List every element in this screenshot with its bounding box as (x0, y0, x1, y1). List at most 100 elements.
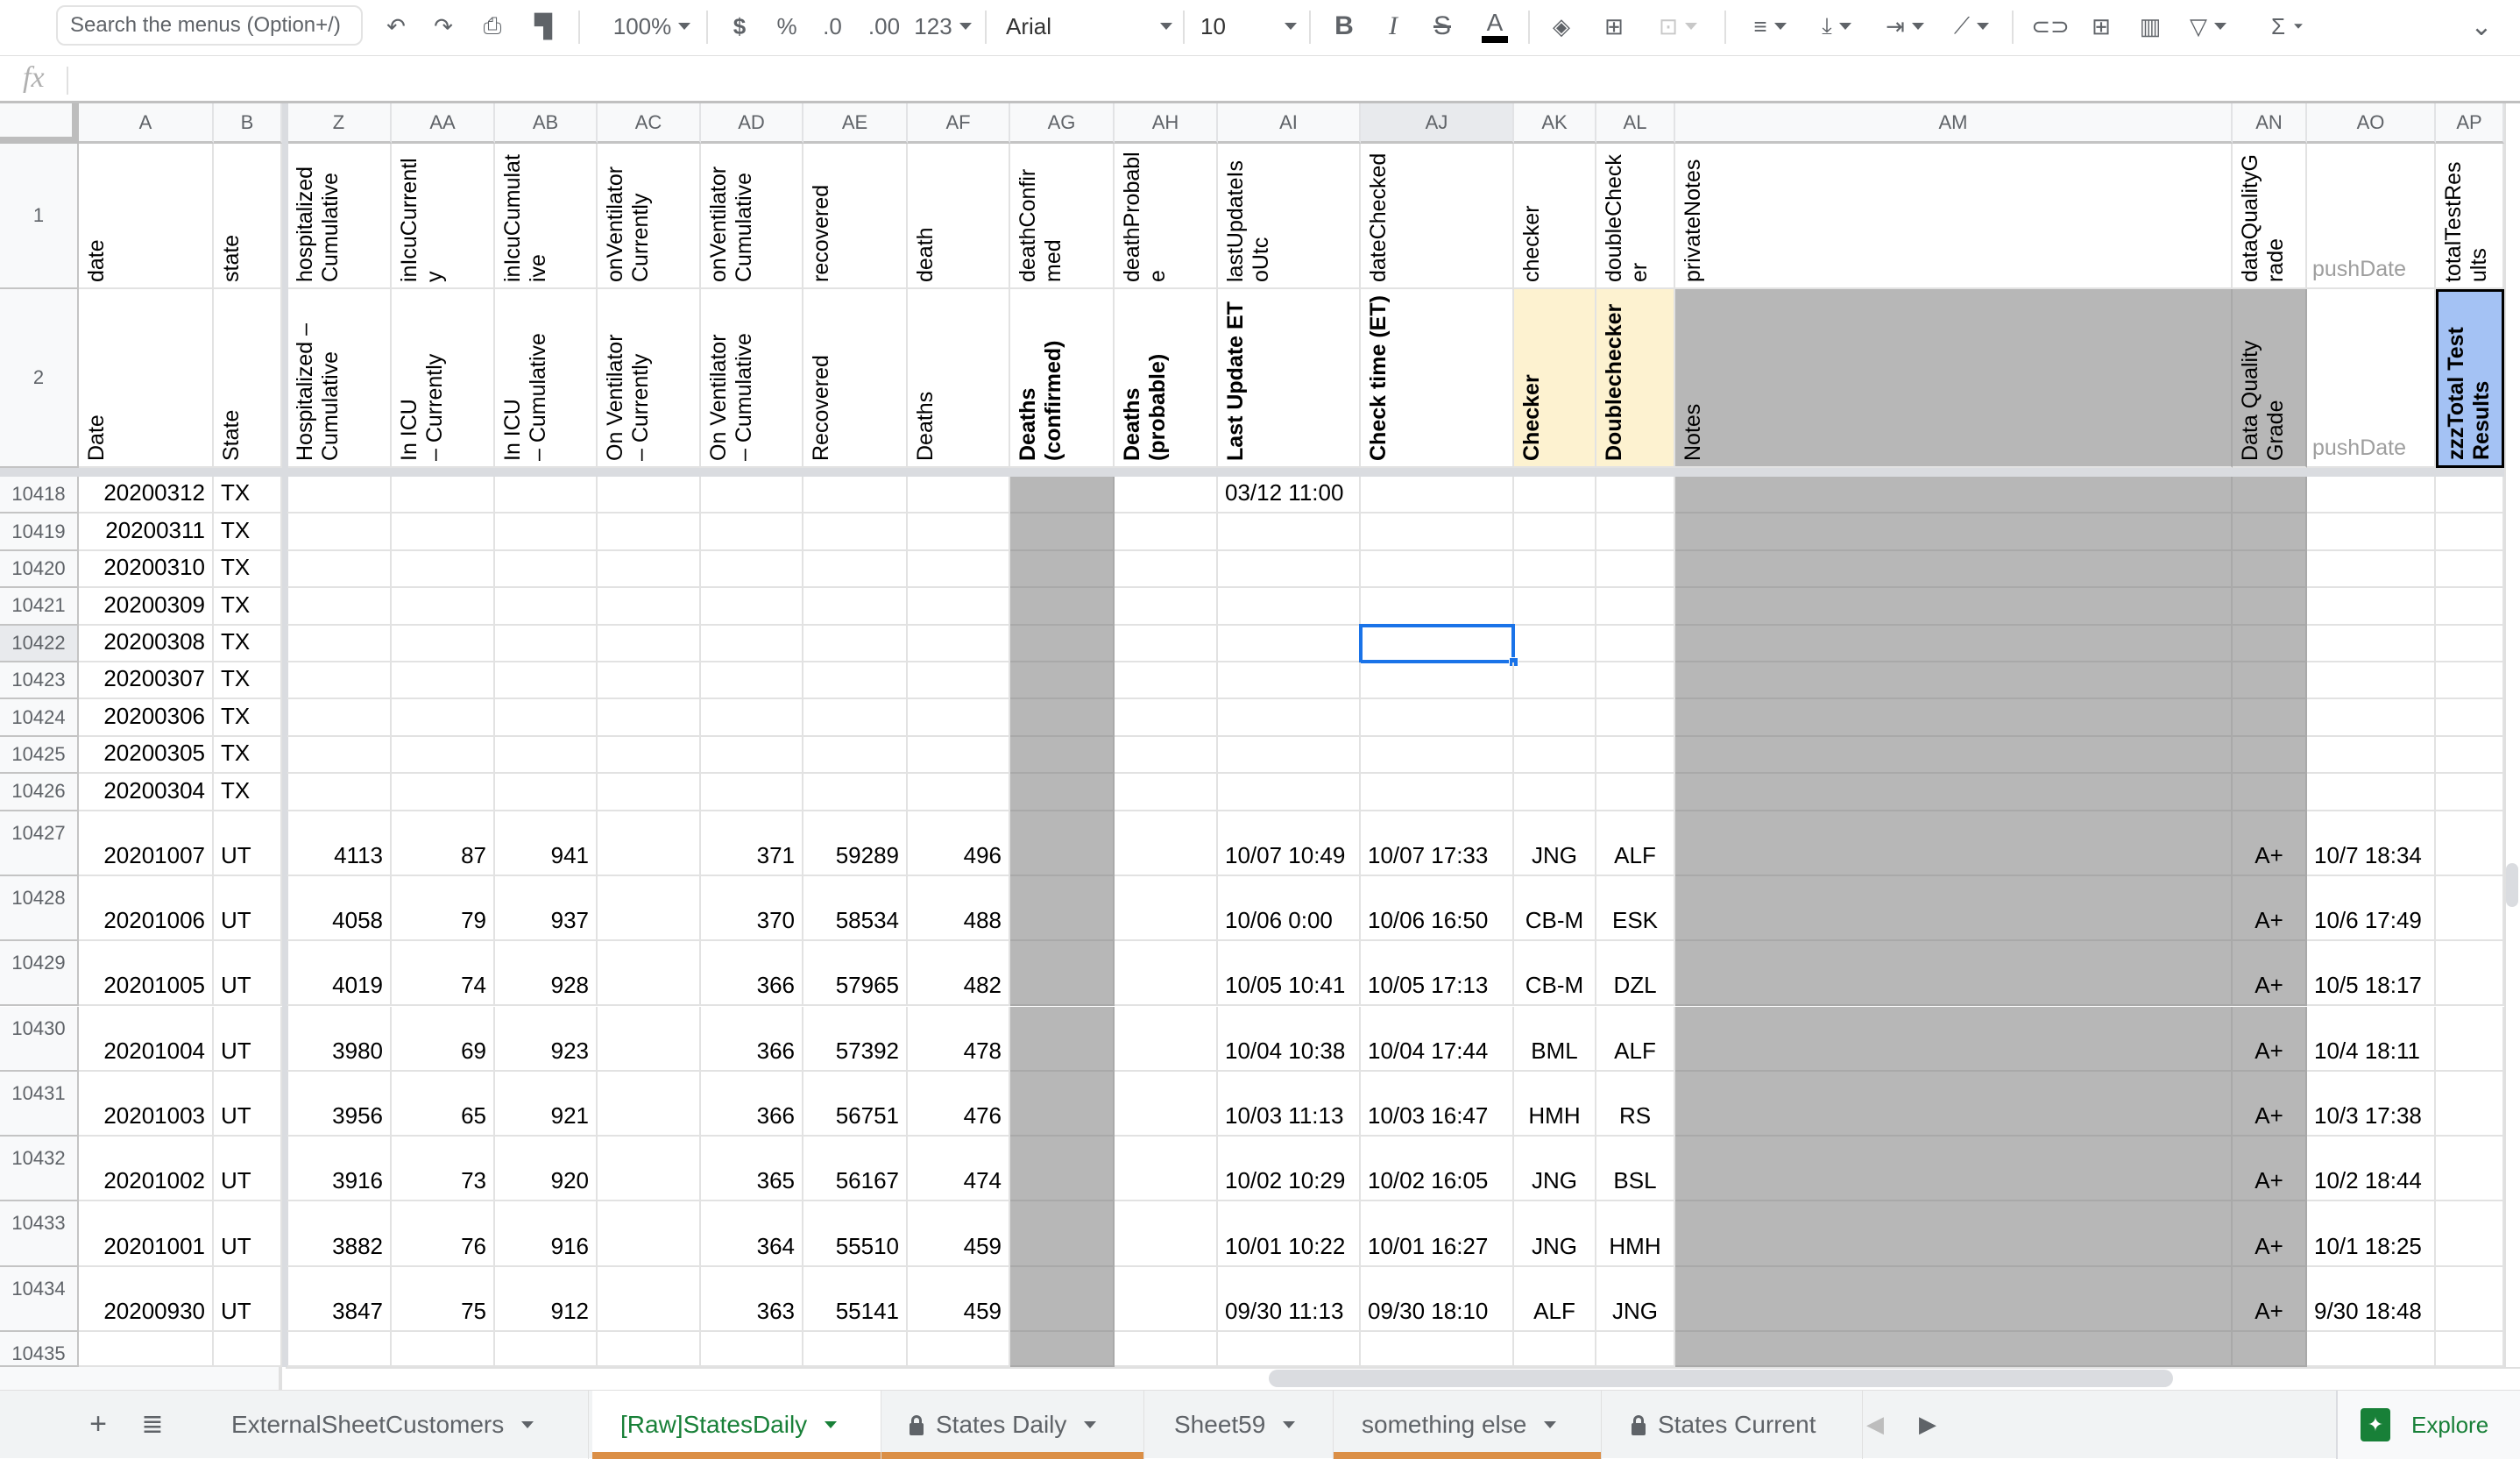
cell-ai[interactable]: 10/07 10:49 (1218, 811, 1361, 876)
cell-ac[interactable] (598, 1071, 701, 1137)
cell-ap[interactable] (2436, 1201, 2504, 1267)
header-cell[interactable]: On Ventilator – Currently (598, 289, 701, 468)
cell-am[interactable] (1675, 1201, 2233, 1267)
header-cell[interactable]: State (214, 289, 282, 468)
cell-ah[interactable] (1115, 1201, 1218, 1267)
cell-ac[interactable] (598, 477, 701, 514)
cell-ai[interactable]: 10/05 10:41 (1218, 941, 1361, 1007)
cell-af[interactable] (908, 588, 1010, 626)
cell-am[interactable] (1675, 513, 2233, 551)
scroll-tabs-right-button[interactable]: ▶ (1910, 1406, 1945, 1441)
cell-an[interactable]: A+ (2233, 1266, 2307, 1332)
cell-ac[interactable] (598, 1332, 701, 1367)
cell-af[interactable]: 482 (908, 941, 1010, 1007)
cell-b[interactable]: TX (214, 625, 282, 662)
bold-button[interactable]: B (1328, 0, 1360, 53)
row-header[interactable]: 10430 (0, 1006, 79, 1072)
column-header-ab[interactable]: AB (495, 103, 598, 144)
undo-button[interactable]: ↶ (377, 0, 415, 53)
cell-ad[interactable] (701, 588, 803, 626)
cell-ap[interactable] (2436, 662, 2504, 700)
cell-z[interactable]: 3956 (287, 1071, 392, 1137)
header-cell[interactable]: Doublechecker (1596, 289, 1675, 468)
cell-ac[interactable] (598, 1201, 701, 1267)
cell-ad[interactable]: 365 (701, 1137, 803, 1202)
cell-af[interactable] (908, 1332, 1010, 1367)
cell-a[interactable]: 20200311 (79, 513, 214, 551)
cell-af[interactable] (908, 774, 1010, 811)
cell-ak[interactable]: CB-M (1514, 875, 1596, 942)
chevron-down-icon[interactable] (825, 1421, 838, 1428)
cell-ai[interactable] (1218, 550, 1361, 589)
header-cell[interactable]: In ICU – Currently (392, 289, 495, 468)
horizontal-scrollbar-thumb[interactable] (1269, 1370, 2173, 1387)
cell-ac[interactable] (598, 875, 701, 942)
cell-a[interactable]: 20200309 (79, 588, 214, 626)
header-cell[interactable]: recovered (803, 144, 908, 289)
print-button[interactable]: ⎙ (473, 0, 512, 53)
header-cell[interactable]: privateNotes (1675, 144, 2233, 289)
header-cell[interactable]: onVentilator Currently (598, 144, 701, 289)
cell-ab[interactable] (495, 477, 598, 514)
cell-z[interactable] (287, 477, 392, 514)
functions-button[interactable]: Σ (2266, 0, 2310, 53)
cell-ao[interactable] (2307, 477, 2436, 514)
cell-aa[interactable]: 87 (392, 811, 495, 876)
insert-chart-button[interactable]: ▥ (2131, 0, 2170, 53)
cell-ae[interactable]: 59289 (803, 811, 908, 876)
cell-al[interactable]: DZL (1596, 941, 1675, 1007)
column-header-b[interactable]: B (214, 103, 282, 144)
cell-an[interactable] (2233, 662, 2307, 700)
cell-b[interactable]: UT (214, 1201, 282, 1267)
cell-b[interactable]: UT (214, 1266, 282, 1332)
cell-ab[interactable] (495, 662, 598, 700)
cell-a[interactable]: 20201002 (79, 1137, 214, 1202)
cell-al[interactable]: HMH (1596, 1201, 1675, 1267)
cell-aa[interactable]: 74 (392, 941, 495, 1007)
cell-ae[interactable]: 56751 (803, 1071, 908, 1137)
zoom-select[interactable]: 100% (599, 0, 704, 53)
percent-format-button[interactable]: % (771, 0, 803, 53)
cell-b[interactable]: UT (214, 1071, 282, 1137)
cell-aa[interactable] (392, 699, 495, 737)
horizontal-align-button[interactable]: ≡ (1744, 0, 1796, 53)
cell-an[interactable]: A+ (2233, 875, 2307, 942)
cell-aa[interactable]: 76 (392, 1201, 495, 1267)
cell-ac[interactable] (598, 699, 701, 737)
cell-af[interactable] (908, 550, 1010, 589)
collapse-toolbar-button[interactable]: ⌄ (2464, 0, 2499, 53)
spreadsheet-grid[interactable]: A B Z AA AB AC AD AE AF AG AH AI AJ AK AL AM AN AO AP 1 date… (0, 103, 2504, 1367)
cell-al[interactable] (1596, 662, 1675, 700)
cell-ap[interactable] (2436, 875, 2504, 942)
cell-al[interactable]: ALF (1596, 811, 1675, 876)
cell-aa[interactable]: 79 (392, 875, 495, 942)
column-header-ad[interactable]: AD (701, 103, 803, 144)
cell-an[interactable]: A+ (2233, 1137, 2307, 1202)
row-header[interactable]: 10426 (0, 774, 79, 811)
cell-b[interactable]: UT (214, 1006, 282, 1072)
cell-an[interactable]: A+ (2233, 1201, 2307, 1267)
cell-ab[interactable]: 937 (495, 875, 598, 942)
cell-aj[interactable] (1361, 513, 1514, 551)
cell-aj[interactable]: 10/04 17:44 (1361, 1006, 1514, 1072)
cell-am[interactable] (1675, 774, 2233, 811)
cell-ak[interactable]: HMH (1514, 1071, 1596, 1137)
cell-aj[interactable] (1361, 588, 1514, 626)
number-format-select[interactable]: 123 (911, 0, 974, 53)
cell-a[interactable]: 20201003 (79, 1071, 214, 1137)
cell-ak[interactable] (1514, 1332, 1596, 1367)
cell-ag[interactable] (1010, 811, 1115, 876)
column-header-ag[interactable]: AG (1010, 103, 1115, 144)
header-cell[interactable]: pushDate (2307, 144, 2436, 289)
sheet-tab[interactable]: States Current (1603, 1391, 1863, 1459)
cell-ac[interactable] (598, 811, 701, 876)
header-cell[interactable]: hospitalized Cumulative (287, 144, 392, 289)
cell-ae[interactable] (803, 550, 908, 589)
cell-ak[interactable] (1514, 736, 1596, 775)
frozen-row-divider[interactable] (0, 468, 2504, 477)
sheet-tab[interactable]: something else (1334, 1391, 1602, 1459)
cell-ad[interactable] (701, 513, 803, 551)
cell-ag[interactable] (1010, 774, 1115, 811)
select-all-corner[interactable] (0, 103, 79, 144)
cell-ag[interactable] (1010, 477, 1115, 514)
